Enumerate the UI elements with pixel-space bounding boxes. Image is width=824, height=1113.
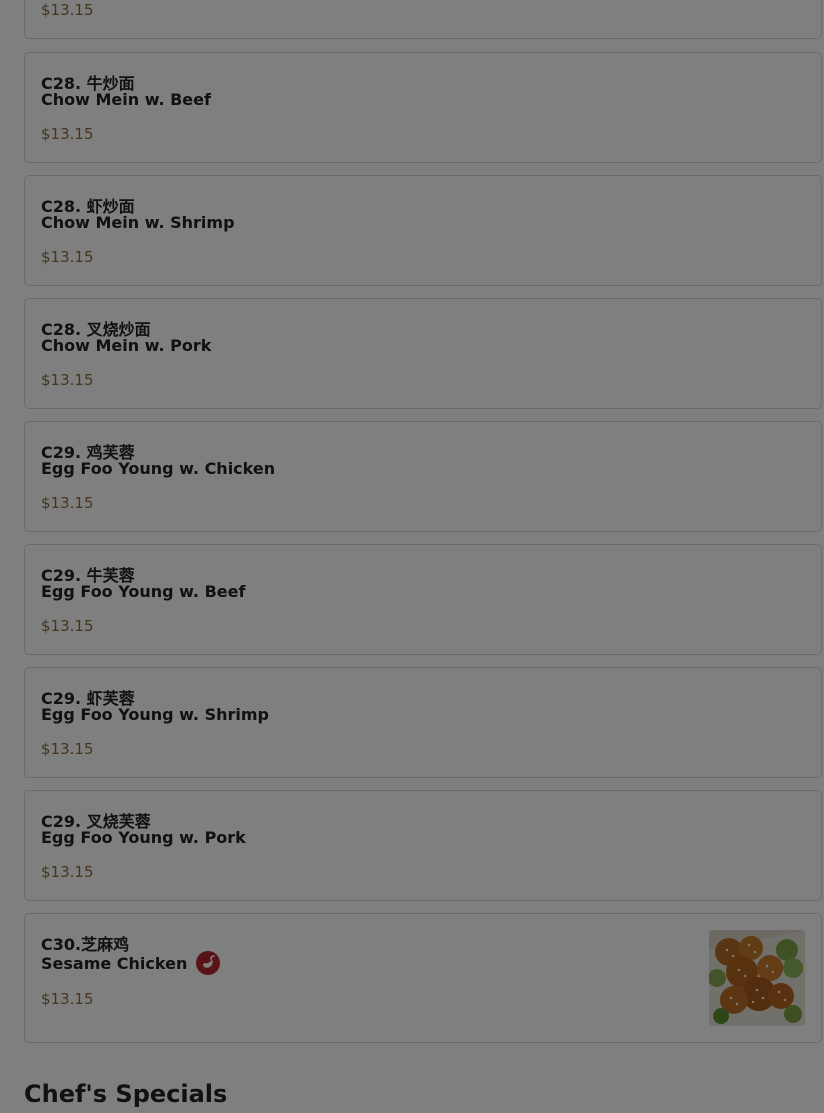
menu-page: $13.15 C28. 牛炒面 Chow Mein w. Beef $13.15… — [0, 0, 824, 1113]
menu-item-card[interactable]: C30.芝麻鸡 Sesame Chicken $13.15 — [24, 913, 822, 1043]
item-name: Chow Mein w. Shrimp — [41, 213, 235, 232]
item-name: Egg Foo Young w. Chicken — [41, 459, 276, 478]
item-price: $13.15 — [41, 617, 94, 635]
menu-item-card[interactable]: C29. 叉烧芙蓉 Egg Foo Young w. Pork $13.15 — [24, 790, 822, 901]
menu-item-card[interactable]: C28. 牛炒面 Chow Mein w. Beef $13.15 — [24, 52, 822, 163]
item-price: $13.15 — [41, 863, 94, 881]
item-name: Egg Foo Young w. Shrimp — [41, 705, 269, 724]
item-price: $13.15 — [41, 371, 94, 389]
menu-item-card[interactable]: C29. 虾芙蓉 Egg Foo Young w. Shrimp $13.15 — [24, 667, 822, 778]
item-price: $13.15 — [41, 740, 94, 758]
item-price: $13.15 — [41, 125, 94, 143]
menu-item-card[interactable]: C29. 鸡芙蓉 Egg Foo Young w. Chicken $13.15 — [24, 421, 822, 532]
item-name: Sesame Chicken — [41, 951, 221, 975]
section-title: Chef's Specials — [24, 1080, 228, 1108]
menu-item-card[interactable]: C29. 牛芙蓉 Egg Foo Young w. Beef $13.15 — [24, 544, 822, 655]
item-price: $13.15 — [41, 1, 94, 19]
item-price: $13.15 — [41, 248, 94, 266]
menu-item-card[interactable]: C28. 叉烧炒面 Chow Mein w. Pork $13.15 — [24, 298, 822, 409]
item-price: $13.15 — [41, 990, 94, 1008]
item-name: Egg Foo Young w. Beef — [41, 582, 246, 601]
sesame-chicken-photo[interactable] — [709, 930, 805, 1026]
item-name: Egg Foo Young w. Pork — [41, 828, 246, 847]
item-price: $13.15 — [41, 494, 94, 512]
menu-item-card[interactable]: C28. 虾炒面 Chow Mein w. Shrimp $13.15 — [24, 175, 822, 286]
item-name: Chow Mein w. Beef — [41, 90, 211, 109]
spicy-pepper-icon — [196, 951, 221, 975]
item-name: Chow Mein w. Pork — [41, 336, 212, 355]
menu-item-card[interactable]: $13.15 — [24, 0, 822, 39]
